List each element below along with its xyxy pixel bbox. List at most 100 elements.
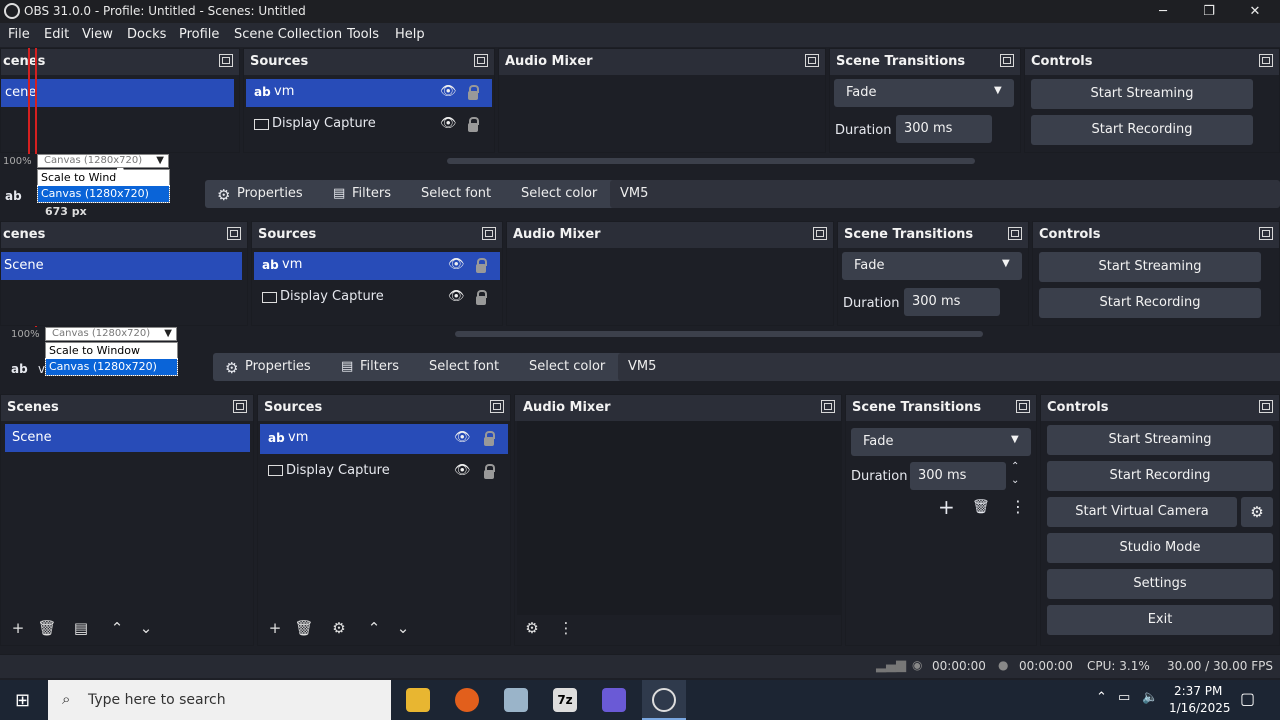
lock-icon[interactable]: [476, 258, 487, 273]
float-icon[interactable]: [1016, 400, 1030, 413]
option-scale-to-window[interactable]: Scale to Window: [46, 343, 177, 359]
select-color-button[interactable]: Select color: [511, 180, 625, 208]
add-icon[interactable]: +: [5, 619, 31, 639]
trash-icon[interactable]: 🗑: [34, 619, 60, 639]
float-icon[interactable]: [813, 227, 827, 240]
trash-icon[interactable]: 🗑: [291, 619, 317, 639]
lock-icon[interactable]: [468, 85, 479, 100]
eye-icon[interactable]: 👁: [440, 116, 457, 131]
settings-button[interactable]: Settings: [1047, 569, 1273, 599]
minimize-button[interactable]: ─: [1140, 0, 1186, 23]
scrollbar-handle[interactable]: [447, 158, 975, 164]
float-icon[interactable]: [227, 227, 241, 240]
zoom-combo[interactable]: Canvas (1280x720) ▼: [45, 327, 177, 341]
file-explorer-icon[interactable]: [406, 688, 430, 712]
exit-button[interactable]: Exit: [1047, 605, 1273, 635]
scene-item[interactable]: Scene: [5, 424, 250, 452]
more-vertical-icon[interactable]: ⋮: [1010, 497, 1026, 516]
zoom-combo[interactable]: Canvas (1280x720) ▼: [37, 154, 169, 168]
ghost-scene-item[interactable]: Scene: [1, 252, 242, 280]
obs-taskbar-button[interactable]: [642, 680, 686, 720]
float-icon[interactable]: [805, 54, 819, 67]
app-icon[interactable]: [504, 688, 528, 712]
firefox-icon[interactable]: [455, 688, 479, 712]
volume-icon[interactable]: 🔈: [1142, 690, 1158, 705]
float-icon[interactable]: [1259, 227, 1273, 240]
float-icon[interactable]: [1259, 400, 1273, 413]
network-icon[interactable]: ▭: [1118, 690, 1130, 705]
add-icon[interactable]: +: [938, 495, 955, 519]
clock-date[interactable]: 1/16/2025: [1169, 701, 1231, 715]
notification-icon[interactable]: ▢: [1240, 689, 1255, 708]
spin-up-icon[interactable]: ⌃: [1011, 461, 1019, 472]
studio-mode-button[interactable]: Studio Mode: [1047, 533, 1273, 563]
start-recording-button[interactable]: Start Recording: [1039, 288, 1261, 318]
chevron-down-icon[interactable]: ⌄: [390, 619, 416, 639]
lock-icon[interactable]: [484, 431, 495, 446]
menu-scene-collection[interactable]: Scene Collection: [234, 27, 342, 42]
close-button[interactable]: ✕: [1232, 0, 1278, 23]
chevron-up-icon[interactable]: ⌃: [361, 619, 387, 639]
start-recording-button[interactable]: Start Recording: [1031, 115, 1253, 145]
duration-spinbox[interactable]: 300 ms: [910, 462, 1006, 490]
transition-select[interactable]: Fade ▼: [842, 252, 1022, 280]
eye-icon[interactable]: 👁: [448, 289, 465, 304]
ghost-source-vm[interactable]: ab vm 👁: [254, 252, 500, 280]
add-icon[interactable]: +: [262, 619, 288, 639]
menu-help[interactable]: Help: [395, 27, 425, 42]
ghost-source-display[interactable]: Display Capture 👁: [246, 111, 492, 139]
virtual-camera-settings-gear-icon[interactable]: ⚙: [1241, 497, 1273, 527]
option-canvas[interactable]: Canvas (1280x720): [37, 185, 170, 203]
filters-icon[interactable]: ▤: [68, 619, 94, 639]
duration-spinbox[interactable]: 300 ms: [904, 288, 1000, 316]
menu-file[interactable]: File: [8, 27, 30, 42]
menu-profile[interactable]: Profile: [179, 27, 219, 42]
float-icon[interactable]: [821, 400, 835, 413]
float-icon[interactable]: [1000, 54, 1014, 67]
float-icon[interactable]: [482, 227, 496, 240]
start-streaming-button[interactable]: Start Streaming: [1031, 79, 1253, 109]
restore-button[interactable]: ❐: [1186, 0, 1232, 23]
lock-icon[interactable]: [476, 290, 487, 305]
gear-icon[interactable]: ⚙: [519, 619, 545, 639]
float-icon[interactable]: [1008, 227, 1022, 240]
source-item-vm[interactable]: ab vm 👁: [260, 424, 508, 454]
more-vertical-icon[interactable]: ⋮: [553, 619, 579, 639]
float-icon[interactable]: [233, 400, 247, 413]
ghost-source-vm[interactable]: ab vm 👁: [246, 79, 492, 107]
windows-start-icon[interactable]: ⊞: [15, 690, 30, 711]
gear-icon[interactable]: ⚙: [326, 619, 352, 639]
option-scale-to-window[interactable]: Scale to Windo: [38, 170, 169, 186]
eye-icon[interactable]: 👁: [454, 463, 471, 478]
start-streaming-button[interactable]: Start Streaming: [1039, 252, 1261, 282]
clock-time[interactable]: 2:37 PM: [1174, 684, 1222, 698]
float-icon[interactable]: [219, 54, 233, 67]
chevron-up-icon[interactable]: ⌃: [1096, 690, 1107, 705]
eye-icon[interactable]: 👁: [440, 84, 457, 99]
transition-select[interactable]: Fade ▼: [851, 428, 1031, 456]
trash-icon[interactable]: 🗑: [972, 499, 990, 515]
lock-icon[interactable]: [484, 464, 495, 479]
start-virtual-camera-button[interactable]: Start Virtual Camera: [1047, 497, 1237, 527]
menu-docks[interactable]: Docks: [127, 27, 166, 42]
notes-app-icon[interactable]: [602, 688, 626, 712]
source-item-display-capture[interactable]: Display Capture 👁: [260, 457, 508, 487]
float-icon[interactable]: [1259, 54, 1273, 67]
text-value-field[interactable]: VM5: [610, 180, 1280, 208]
menu-edit[interactable]: Edit: [44, 27, 69, 42]
eye-icon[interactable]: 👁: [454, 430, 471, 445]
scrollbar-handle[interactable]: [455, 331, 983, 337]
float-icon[interactable]: [490, 400, 504, 413]
option-canvas[interactable]: Canvas (1280x720): [45, 358, 178, 376]
taskbar-search[interactable]: ⌕ Type here to search: [48, 680, 391, 720]
spin-down-icon[interactable]: ⌄: [1011, 475, 1019, 486]
ghost-source-display[interactable]: Display Capture 👁: [254, 284, 500, 312]
start-streaming-button[interactable]: Start Streaming: [1047, 425, 1273, 455]
chevron-up-icon[interactable]: ⌃: [104, 619, 130, 639]
start-recording-button[interactable]: Start Recording: [1047, 461, 1273, 491]
chevron-down-icon[interactable]: ⌄: [133, 619, 159, 639]
menu-view[interactable]: View: [82, 27, 113, 42]
transition-select[interactable]: Fade ▼: [834, 79, 1014, 107]
menu-tools[interactable]: Tools: [347, 27, 379, 42]
lock-icon[interactable]: [468, 117, 479, 132]
